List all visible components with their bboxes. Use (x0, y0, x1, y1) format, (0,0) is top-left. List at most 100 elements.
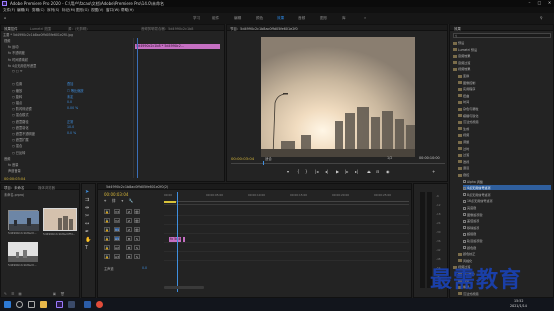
effect-control-row[interactable]: ○ 防闪烁滤镜 (12, 106, 32, 111)
app-taskbar-icon[interactable] (68, 301, 75, 308)
workspace-libraries[interactable]: 库 (342, 16, 346, 21)
track-lock-icon[interactable]: 🔒 (104, 236, 110, 241)
timeline-timecode[interactable]: 00:00:03:04 (104, 192, 128, 197)
effect-control-row[interactable]: ○ 遮罩扩展 (12, 137, 29, 142)
close-button[interactable]: ✕ (545, 0, 554, 7)
track-header[interactable]: 🔒 A3 M S (102, 253, 162, 261)
effects-folder[interactable]: 过时 (458, 146, 469, 151)
effect-controls-timecode[interactable]: 00:00:03:04 (4, 177, 25, 181)
tab-source[interactable]: 源：(无剪辑) (68, 26, 88, 31)
effects-item[interactable]: Alpha 调整 (463, 179, 483, 184)
effects-folder[interactable]: 键控 (458, 172, 469, 177)
type-tool-icon[interactable]: T (85, 244, 91, 252)
workspace-learn[interactable]: 学习 (193, 16, 200, 21)
master-track-volume[interactable]: 0.0 (142, 266, 147, 270)
write-protect-icon[interactable]: ✎ (4, 292, 7, 296)
effects-folder[interactable]: 调整 (458, 139, 469, 144)
premiere-taskbar-icon[interactable] (56, 301, 63, 308)
taskview-icon[interactable] (28, 301, 35, 308)
mark-in-button[interactable]: { (297, 169, 300, 174)
effect-control-row[interactable]: ○ 混合模式 (12, 112, 29, 117)
effect-control-value[interactable]: 0.00 % (67, 106, 78, 110)
solo-icon[interactable]: S (134, 254, 140, 259)
effects-item[interactable]: 颜色键 (463, 245, 476, 250)
solo-icon[interactable]: S (134, 236, 140, 241)
effect-control-row[interactable]: ○ 旋转 (12, 94, 22, 99)
effects-folder[interactable]: 音频效果 (453, 53, 470, 58)
tab-lumetri-scopes[interactable]: Lumetri 范围 (30, 26, 51, 31)
effects-folder[interactable]: 过渡 (458, 152, 469, 157)
track-lane[interactable] (164, 253, 409, 261)
effect-control-value[interactable]: 0.0 (67, 100, 72, 104)
effect-control-row[interactable]: fx 不透明度 (8, 50, 25, 55)
browser-taskbar-icon[interactable] (96, 301, 103, 308)
workspace-editing[interactable]: 编辑 (234, 16, 241, 21)
tab-effects[interactable]: 效果 (454, 26, 461, 31)
project-thumb-1[interactable] (8, 210, 39, 231)
effect-control-row[interactable]: ○ 遮罩不透明度 (12, 131, 35, 136)
effect-control-row[interactable]: ○ 锚点 (12, 100, 22, 105)
effects-folder[interactable]: 时间 (458, 99, 469, 104)
workspace-assembly[interactable]: 组件 (212, 16, 219, 21)
lift-button[interactable]: ⏏ (367, 169, 371, 174)
effects-item[interactable]: 亮度键 (463, 205, 476, 210)
track-name[interactable]: A3 (114, 254, 120, 259)
timeline-scrollbar[interactable] (164, 286, 204, 289)
effects-item[interactable]: 差值遮罩 (463, 218, 479, 223)
wrench-icon[interactable]: 🔧 (129, 198, 134, 203)
effects-item[interactable]: 8点无用信号遮罩 (463, 192, 491, 197)
track-lock-icon[interactable]: 🔒 (104, 254, 110, 259)
effects-folder[interactable]: 沉浸式视频 (458, 119, 478, 124)
effects-folder[interactable]: 模糊与锐化 (458, 113, 478, 118)
effects-item[interactable]: 轨道遮罩键 (463, 238, 482, 243)
track-name[interactable]: A2 (114, 245, 120, 250)
tab-project[interactable]: 项目：未命名 (4, 185, 24, 190)
eye-icon[interactable]: 👁 (134, 209, 140, 214)
minimize-button[interactable]: – (525, 0, 534, 7)
program-timecode[interactable]: 00:00:03:04 (231, 156, 254, 161)
tab-audio-clip-mixer[interactable]: 音频剪辑混合器：5d4990c2c1b8 (141, 26, 193, 31)
program-monitor-title[interactable]: 节目：5d4990c2c1b8ac0ffd05fe601e2f0 (230, 26, 298, 31)
effect-control-row[interactable]: ○ □ ✒ (12, 69, 23, 73)
effects-folder[interactable]: 扭曲 (458, 93, 469, 98)
new-bin-icon[interactable]: ▣ (53, 292, 56, 296)
maximize-button[interactable]: □ (535, 0, 544, 7)
timeline-ruler[interactable]: 00:00 00:00:05:00 00:00:10:00 00:00:15:00 00… (164, 192, 409, 202)
effects-folder[interactable]: 颜色校正 (458, 251, 475, 256)
step-forward-button[interactable]: |▸ (345, 169, 348, 174)
workspace-graphics[interactable]: 图形 (320, 16, 327, 21)
effect-control-row[interactable]: ○ 遮罩羽化 (12, 125, 29, 130)
track-lane[interactable] (164, 226, 409, 234)
effect-control-row[interactable]: fx 4点无用信号遮罩 (8, 63, 36, 68)
mark-out-button[interactable]: } (305, 169, 308, 174)
solo-icon[interactable]: S (134, 245, 140, 250)
track-select-icon[interactable]: ⇉ (85, 196, 91, 204)
mute-icon[interactable]: M (126, 245, 132, 250)
project-thumb-2[interactable] (43, 208, 77, 231)
effects-folder[interactable]: 通道 (458, 165, 469, 170)
linked-selection-icon[interactable]: ⛓ (111, 198, 116, 203)
windows-start-icon[interactable] (4, 301, 11, 308)
track-lane[interactable] (164, 235, 409, 243)
more-workspaces-icon[interactable]: » (364, 16, 366, 20)
snap-icon[interactable]: ⌖ (104, 198, 106, 203)
pen-tool-icon[interactable]: ✒ (85, 228, 91, 236)
mini-timeline-clip[interactable]: 5d4990c2c1b8 * 5d4990c2... (135, 44, 220, 49)
effect-control-value[interactable]: 未定 (67, 94, 73, 99)
play-button[interactable]: ▶ (336, 169, 339, 174)
effect-control-value[interactable]: 叠加 (67, 81, 73, 86)
track-header[interactable]: 🔒 V3 ⇄ 👁 (102, 208, 162, 216)
add-marker-icon[interactable]: ▾ (121, 198, 123, 203)
taskbar-date[interactable]: 2021/1/14 (510, 304, 527, 308)
effect-control-row[interactable]: fx 音量 (8, 162, 18, 167)
track-lane[interactable] (164, 217, 409, 225)
search-icon[interactable]: ⚲ (540, 16, 543, 20)
effects-folder[interactable]: 视频效果 (453, 66, 470, 71)
effects-folder[interactable]: 变换 (458, 73, 469, 78)
effect-control-row[interactable]: 声道音量 (8, 168, 21, 173)
timeline-playhead[interactable] (177, 192, 178, 292)
effect-control-row[interactable]: ○ 缩放 (12, 88, 22, 93)
effect-control-row[interactable]: fx 时间重映射 (8, 57, 28, 62)
file-explorer-icon[interactable] (40, 301, 47, 308)
effects-folder[interactable]: Lumetri 预设 (453, 47, 477, 52)
